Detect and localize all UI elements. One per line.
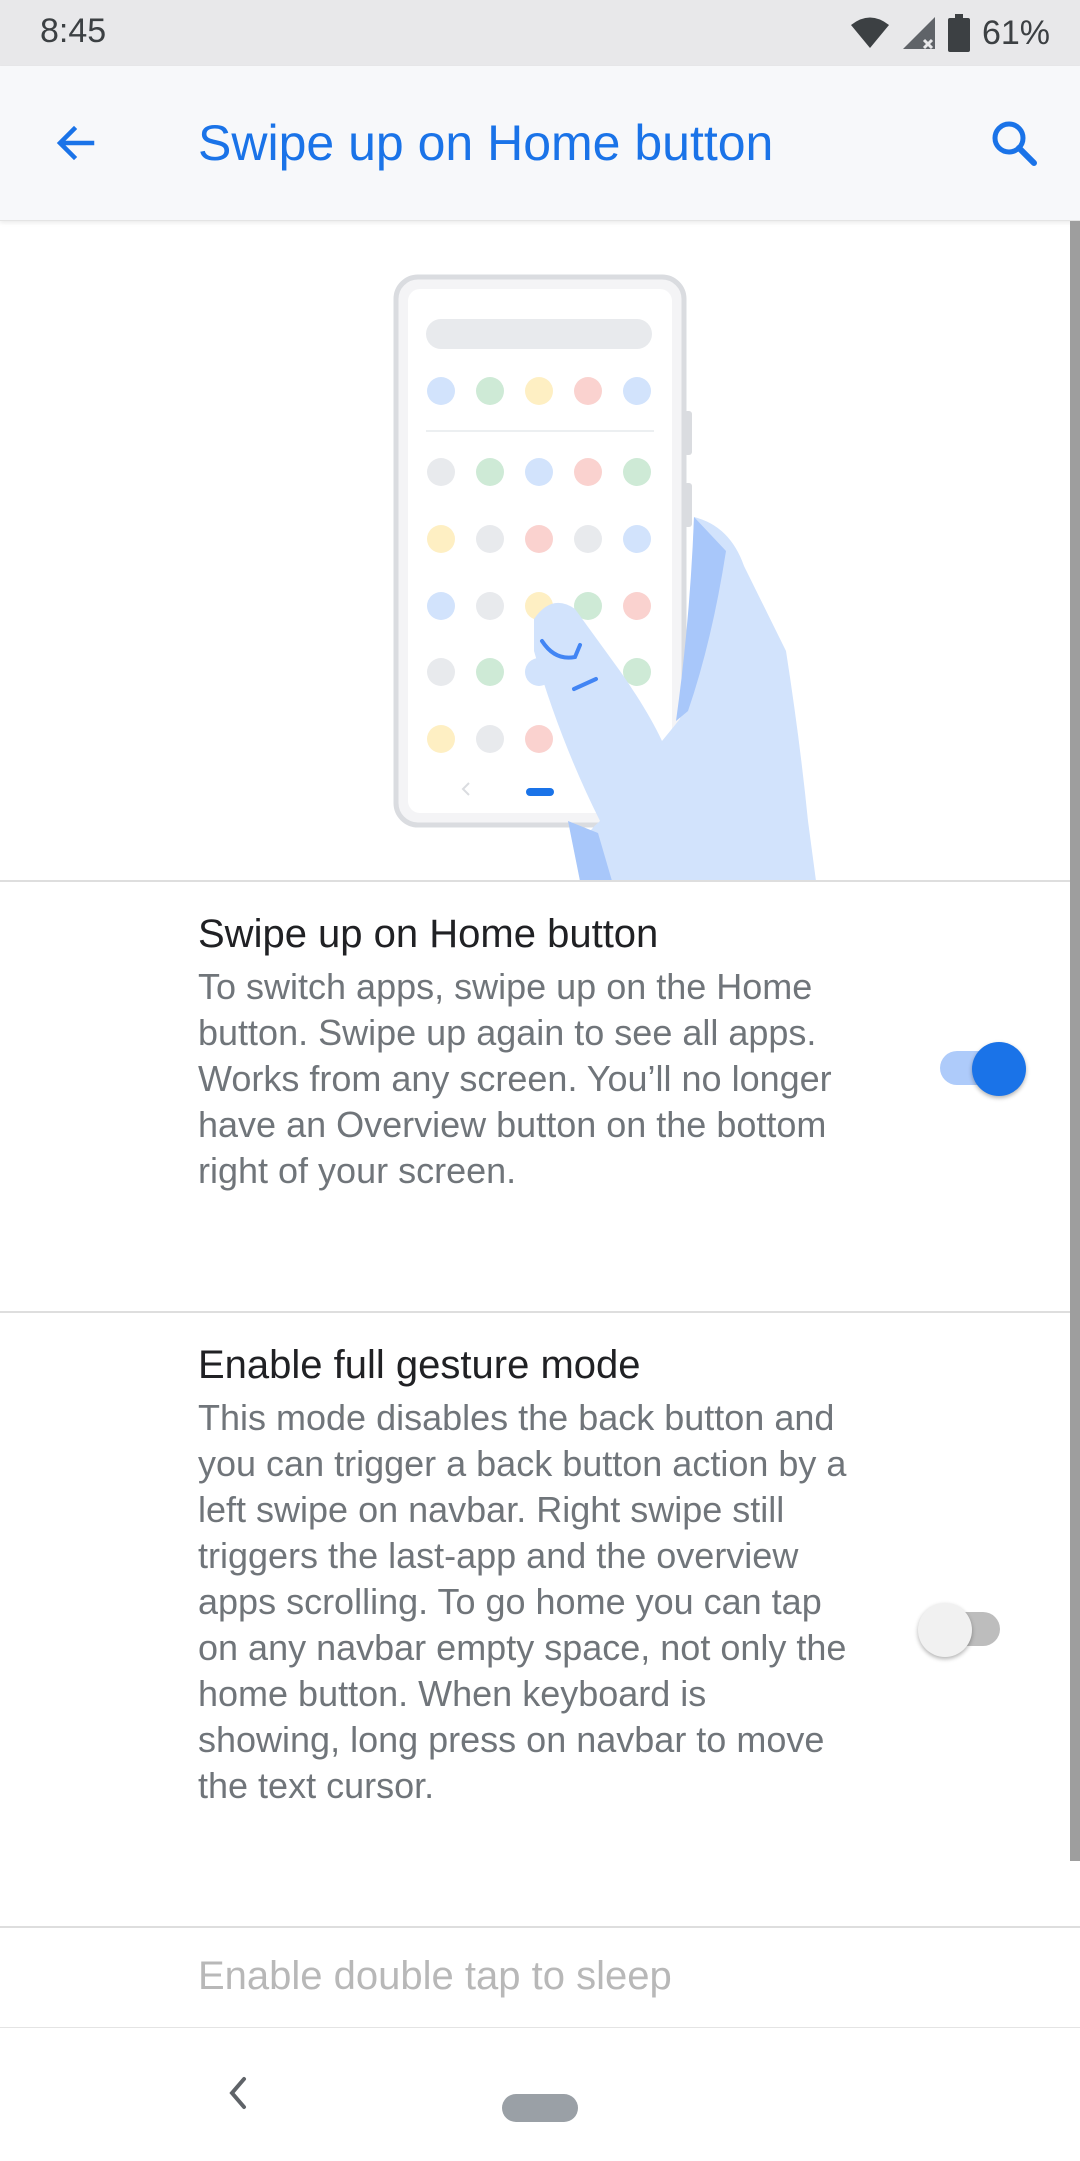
toggle-thumb — [918, 1603, 972, 1657]
status-icons: 61% — [850, 10, 1050, 56]
setting-title: Enable full gesture mode — [198, 1343, 641, 1387]
navigation-bar — [0, 2027, 1080, 2161]
chevron-left-icon — [229, 2077, 246, 2109]
setting-description: To switch apps, swipe up on the Home but… — [198, 966, 832, 1191]
toggle-thumb — [972, 1042, 1026, 1096]
search-button[interactable] — [982, 111, 1046, 175]
setting-swipe-up-home[interactable]: Swipe up on Home button To switch apps, … — [0, 882, 1070, 1310]
battery-percentage: 61% — [981, 13, 1050, 52]
arrow-back-icon — [56, 125, 95, 161]
nav-home-pill[interactable] — [502, 2094, 578, 2122]
back-button[interactable] — [44, 111, 108, 175]
setting-double-tap-sleep[interactable]: Enable double tap to sleep — [0, 1928, 1070, 2027]
wifi-icon — [850, 17, 889, 48]
signal-icon — [902, 17, 935, 50]
page-title: Swipe up on Home button — [198, 115, 774, 171]
battery-icon — [947, 14, 970, 52]
setting-full-gesture-mode[interactable]: Enable full gesture mode This mode disab… — [0, 1313, 1070, 1925]
setting-title: Swipe up on Home button — [198, 912, 659, 956]
settings-content[interactable]: Swipe up on Home button To switch apps, … — [0, 221, 1080, 2027]
status-time: 8:45 — [40, 12, 107, 50]
nav-back-button[interactable] — [218, 2068, 258, 2118]
status-bar: 8:45 61% — [0, 0, 1080, 66]
gesture-illustration-image — [393, 274, 816, 881]
full-gesture-toggle[interactable] — [918, 1593, 1006, 1663]
setting-title: Enable double tap to sleep — [198, 1954, 672, 1998]
scrollbar[interactable] — [1070, 221, 1080, 1861]
swipe-up-toggle[interactable] — [934, 1032, 1026, 1102]
setting-description: This mode disables the back button and y… — [198, 1397, 847, 1806]
app-bar: Swipe up on Home button — [0, 66, 1080, 221]
search-icon — [992, 121, 1037, 166]
